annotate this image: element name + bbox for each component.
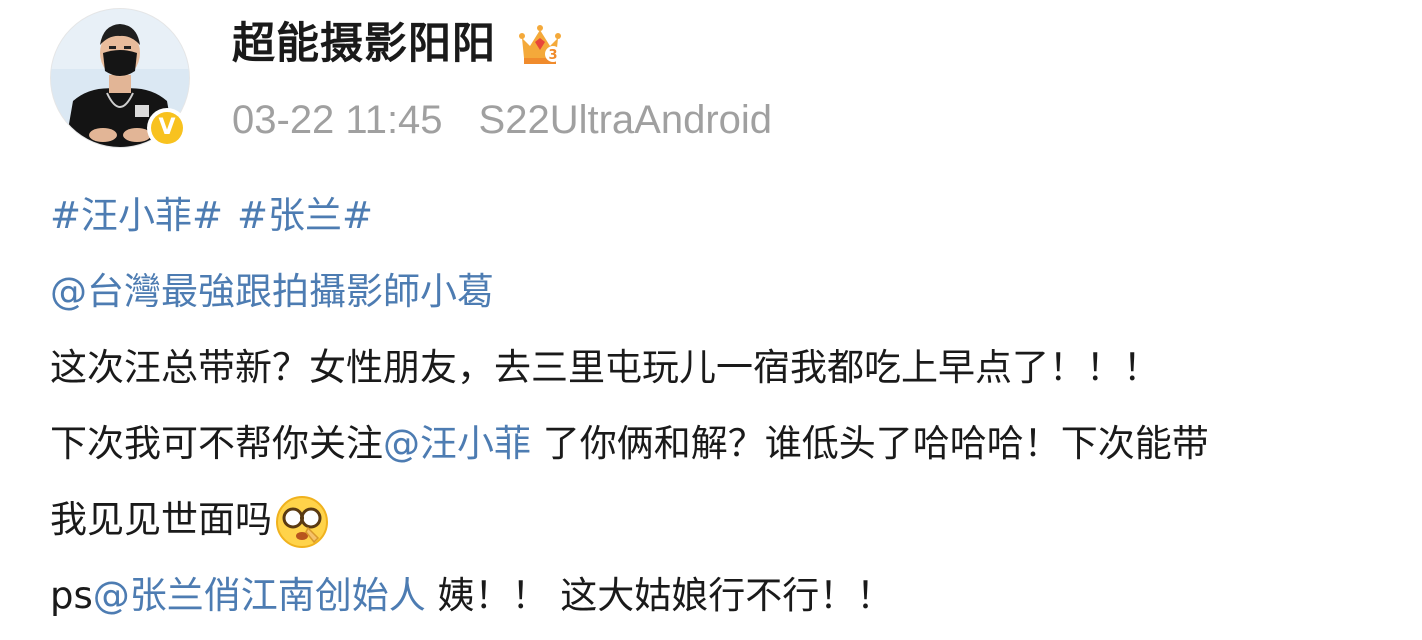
body-line: 这次汪总带新？女性朋友，去三里屯玩儿一宿我都吃上早点了！！！ [50, 336, 1390, 412]
vip-crown-icon[interactable]: 3 [516, 20, 564, 68]
mention-link[interactable]: @汪小菲 [383, 422, 531, 465]
body-text: 这次汪总带新？女性朋友，去三里屯玩儿一宿我都吃上早点了！！！ [50, 346, 1160, 389]
post-source[interactable]: S22UltraAndroid [479, 98, 773, 143]
body-text: 我见见世面吗 [50, 498, 272, 541]
post-meta: 03-22 11:45 S22UltraAndroid [232, 92, 772, 148]
post-content: #汪小菲# #张兰# @台灣最強跟拍攝影師小葛 这次汪总带新？女性朋友，去三里屯玩… [50, 184, 1390, 640]
body-text: 姨！！ 这大姑娘行不行！！ [425, 574, 894, 617]
verified-v-icon: V [151, 112, 183, 144]
body-line: 我见见世面吗 [50, 488, 1390, 564]
avatar-container[interactable]: V [50, 8, 190, 148]
body-text: 下次我可不帮你关注 [50, 422, 383, 465]
author-name[interactable]: 超能摄影阳阳 [232, 12, 496, 76]
post-header: V 超能摄影阳阳 3 03-22 11:45 S22UltraAndroid [0, 0, 1422, 170]
mention-link[interactable]: @张兰俏江南创始人 [93, 574, 426, 617]
dazzled-glasses-emoji-icon [276, 495, 328, 548]
post-time: 03-22 11:45 [232, 97, 443, 142]
verified-badge: V [147, 108, 187, 148]
body-text: ps [50, 574, 93, 617]
mention-link[interactable]: @台灣最強跟拍攝影師小葛 [50, 270, 494, 313]
mention-line: @台灣最強跟拍攝影師小葛 [50, 260, 1390, 336]
body-line: 下次我可不帮你关注@汪小菲 了你俩和解？谁低头了哈哈哈！下次能带 [50, 412, 1390, 488]
svg-text:3: 3 [548, 48, 557, 63]
body-line: ps@张兰俏江南创始人 姨！！ 这大姑娘行不行！！ [50, 564, 1390, 640]
username-row: 超能摄影阳阳 3 [232, 12, 564, 76]
hashtag-line: #汪小菲# #张兰# [50, 184, 1390, 260]
body-text: 了你俩和解？谁低头了哈哈哈！下次能带 [531, 422, 1209, 465]
hashtag-link[interactable]: #张兰# [237, 194, 373, 237]
hashtag-link[interactable]: #汪小菲# [50, 194, 223, 237]
